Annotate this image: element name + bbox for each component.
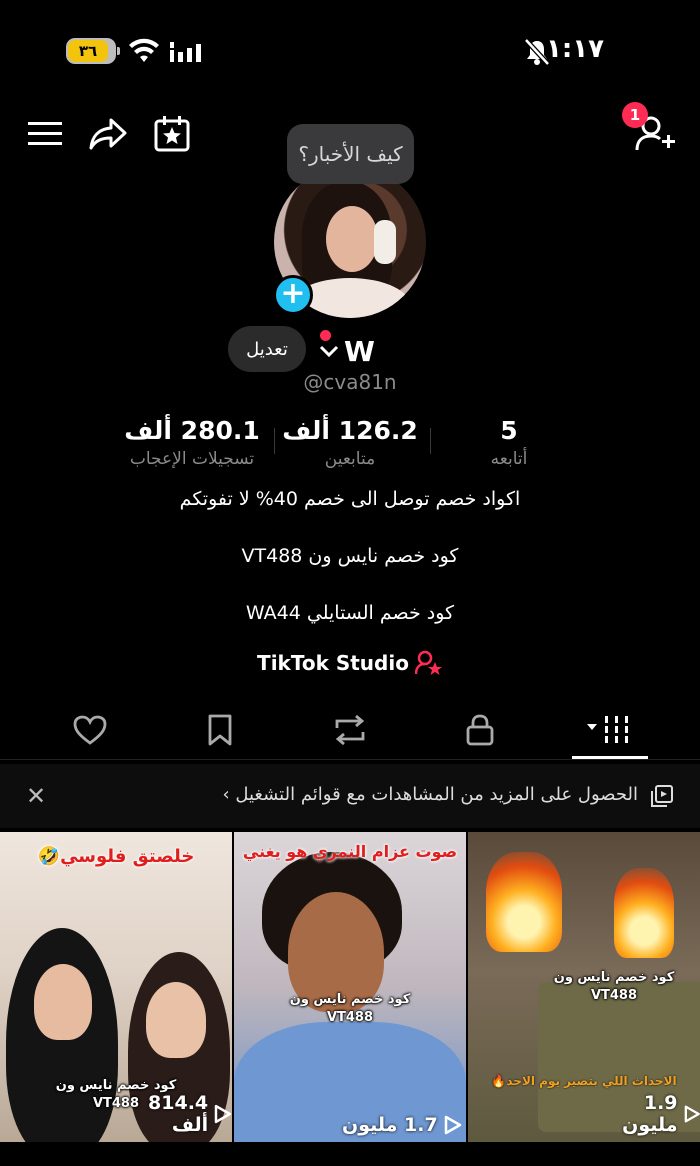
scene-face	[34, 964, 92, 1040]
scene-face	[146, 982, 206, 1058]
tab-liked[interactable]	[60, 708, 120, 752]
video-promo: كود خصم نايس ون	[55, 1078, 177, 1093]
repost-icon	[335, 714, 365, 746]
likes-label: تسجيلات الإعجاب	[129, 449, 255, 469]
notification-badge: 1	[622, 102, 648, 128]
following-count: 5	[500, 416, 518, 445]
video-promo: كود خصم نايس ون	[553, 970, 675, 985]
note-bubble[interactable]: كيف الأخبار؟	[287, 124, 414, 184]
heart-icon	[73, 715, 107, 745]
account-switcher[interactable]: W	[318, 334, 375, 368]
calendar-star-icon[interactable]	[152, 114, 192, 154]
bio-line-2: كود خصم نايس ون VT488	[241, 545, 459, 567]
share-icon[interactable]	[88, 114, 128, 154]
tab-reposts[interactable]	[320, 708, 380, 752]
stat-divider	[274, 428, 275, 454]
followers-label: متابعين	[324, 449, 376, 469]
video-views: 1.7 مليون	[342, 1114, 462, 1136]
grid-icon	[587, 716, 628, 743]
following-label: أتابعه	[490, 449, 528, 469]
tab-private[interactable]	[450, 708, 510, 752]
likes-stat[interactable]: 280.1 ألف تسجيلات الإعجاب	[118, 416, 266, 469]
video-title: صوت عزام النمري هو يغني	[242, 842, 458, 861]
views-count: 814.4 ألف	[148, 1092, 209, 1136]
playlist-icon	[651, 785, 673, 807]
studio-label: TikTok Studio	[257, 651, 409, 675]
video-thumbnail[interactable]: صوت عزام النمري هو يغني كود خصم نايس ون …	[234, 832, 466, 1142]
battery-icon: ٣٦	[66, 38, 120, 64]
video-promo-code: VT488	[326, 1010, 374, 1025]
tab-videos[interactable]	[580, 708, 640, 752]
views-count: 1.9 مليون	[622, 1092, 678, 1136]
bookmark-icon	[208, 714, 232, 746]
lock-icon	[466, 714, 494, 746]
video-thumbnail[interactable]: كود خصم نايس ون VT488 الاحداث اللي بتصير…	[468, 832, 700, 1142]
video-promo: كود خصم نايس ون	[289, 992, 411, 1007]
wifi-icon	[129, 38, 159, 62]
username: @cva81n	[303, 370, 397, 394]
tiktok-studio-link[interactable]: TikTok Studio	[250, 650, 450, 676]
battery-level: ٣٦	[78, 42, 98, 60]
video-thumbnail[interactable]: خلصتق فلوسي🤣 كود خصم نايس ون VT488 814.4…	[0, 832, 232, 1142]
status-bar: ٣٦ ١:١٧	[0, 0, 700, 100]
video-title: الاحداث اللي بتصير يوم الاحد🔥	[491, 1074, 677, 1088]
followers-stat[interactable]: 126.2 ألف متابعين	[280, 416, 420, 469]
stat-divider	[430, 428, 431, 454]
scene-fire	[486, 852, 562, 952]
bio-line-3: كود خصم الستايلي WA44	[245, 602, 455, 624]
likes-count: 280.1 ألف	[124, 416, 260, 445]
scene-fire	[614, 868, 674, 958]
add-story-button[interactable]: +	[273, 275, 313, 315]
play-icon	[214, 1104, 232, 1124]
bio-line-1: اكواد خصم توصل الى خصم 40% لا تفوتكم	[179, 488, 521, 510]
creator-star-icon	[414, 650, 442, 675]
playlist-banner-text: الحصول على المزيد من المشاهدات مع قوائم …	[222, 784, 638, 805]
video-title: خلصتق فلوسي🤣	[37, 846, 195, 867]
followers-count: 126.2 ألف	[282, 416, 418, 445]
views-count: 1.7 مليون	[342, 1114, 438, 1136]
active-tab-indicator	[572, 756, 648, 759]
following-stat[interactable]: 5 أتابعه	[470, 416, 548, 469]
chevron-down-icon	[319, 345, 339, 358]
clock: ١:١٧	[545, 34, 604, 64]
tab-saved[interactable]	[190, 708, 250, 752]
playlist-banner[interactable]: ✕ الحصول على المزيد من المشاهدات مع قوائ…	[0, 764, 700, 828]
video-views: 1.9 مليون	[590, 1092, 700, 1136]
play-icon	[444, 1115, 461, 1135]
edit-profile-button[interactable]: تعديل	[228, 326, 306, 372]
play-icon	[684, 1105, 700, 1123]
close-icon[interactable]: ✕	[26, 782, 46, 810]
video-views: 814.4 ألف	[106, 1092, 232, 1136]
signal-icon	[170, 42, 201, 62]
profile-tabs	[0, 700, 700, 760]
video-promo-code: VT488	[590, 988, 638, 1003]
menu-icon[interactable]	[26, 116, 64, 152]
display-name: W	[344, 334, 375, 368]
